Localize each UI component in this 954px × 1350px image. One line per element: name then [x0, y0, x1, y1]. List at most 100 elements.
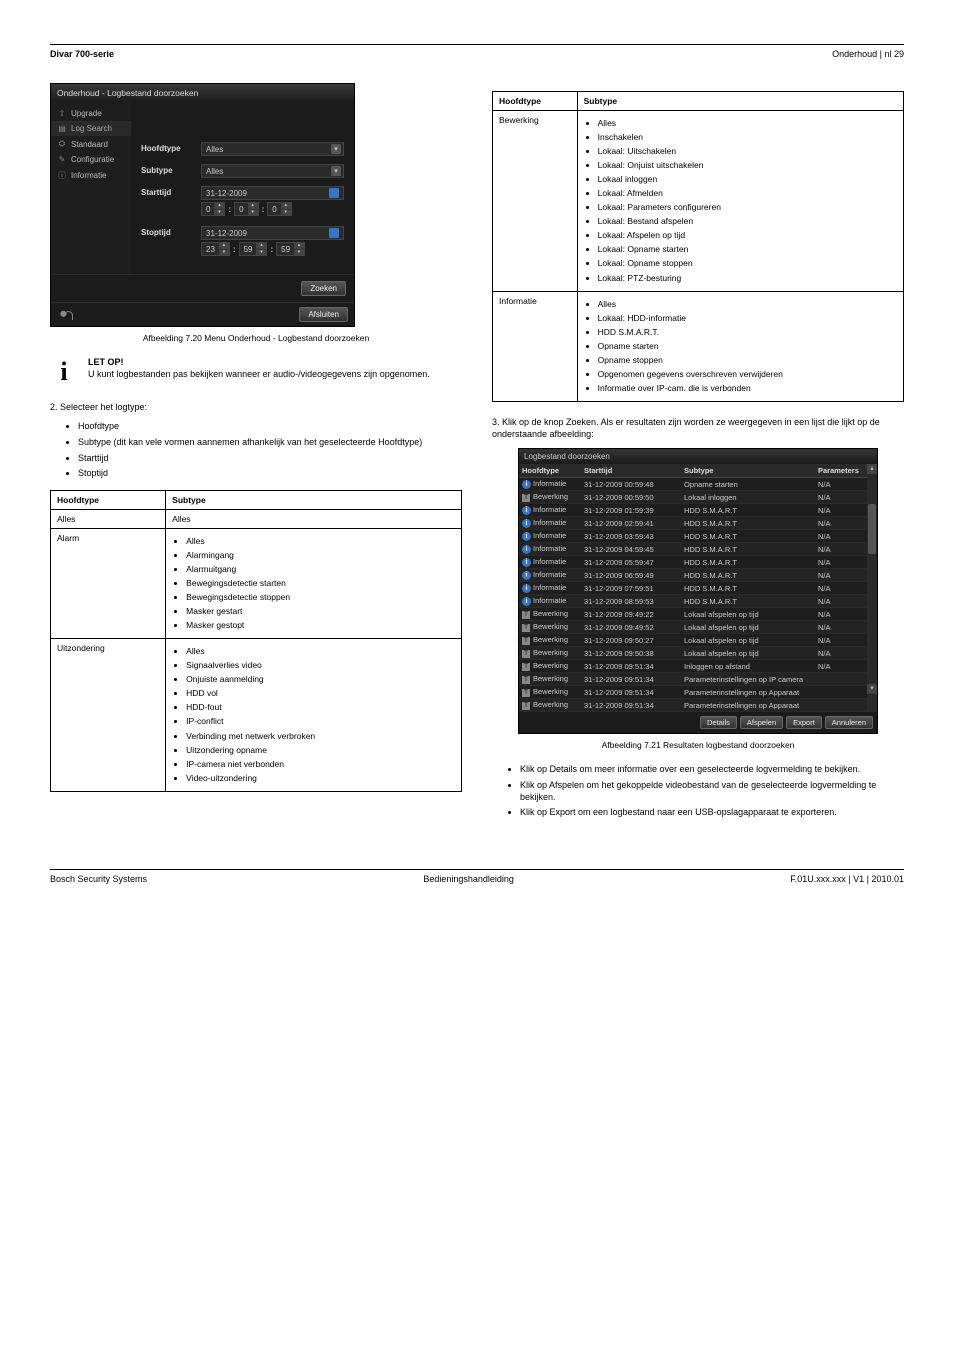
- log-cell: 31-12-2009 09:51:34: [581, 699, 681, 712]
- sidebar-item-log-search[interactable]: ▤Log Search: [51, 121, 131, 136]
- log-row[interactable]: TBewerking31-12-2009 09:51:34Parameterin…: [519, 686, 867, 699]
- list-item: Lokaal: PTZ-besturing: [598, 273, 897, 284]
- arrow-up-icon: ⇧: [57, 109, 67, 118]
- log-row[interactable]: iInformatie31-12-2009 02:59:41HDD S.M.A.…: [519, 517, 867, 530]
- maintype-subtype-table-2: HoofdtypeSubtype Bewerking AllesInschake…: [492, 91, 904, 402]
- scroll-up-icon[interactable]: ▴: [867, 464, 877, 474]
- log-row[interactable]: iInformatie31-12-2009 00:59:48Opname sta…: [519, 478, 867, 491]
- log-cell: 31-12-2009 02:59:41: [581, 517, 681, 530]
- list-item: IP-camera niet verbonden: [186, 759, 455, 770]
- list-item: Lokaal inloggen: [598, 174, 897, 185]
- scrollbar[interactable]: ▴ ▾: [867, 464, 877, 712]
- label-stoptijd: Stoptijd: [141, 226, 201, 237]
- play-button[interactable]: Afspelen: [740, 716, 783, 729]
- list-item: HDD vol: [186, 688, 455, 699]
- info-circle-icon: i: [522, 519, 531, 528]
- stop-min-stepper[interactable]: 59▴▾: [239, 242, 268, 256]
- log-cell: HDD S.M.A.R.T: [681, 543, 815, 556]
- note-heading: LET OP!: [88, 357, 462, 367]
- log-cell: Lokaal afspelen op tijd: [681, 608, 815, 621]
- list-item: IP-conflict: [186, 716, 455, 727]
- stop-hour-stepper[interactable]: 23▴▾: [201, 242, 230, 256]
- log-cell: iInformatie: [519, 582, 581, 595]
- stop-date-input[interactable]: 31-12-2009: [201, 226, 344, 240]
- sidebar-item-default[interactable]: ⛭Standaard: [51, 136, 131, 152]
- info-circle-icon: i: [522, 558, 531, 567]
- start-sec-stepper[interactable]: 0▴▾: [267, 202, 291, 216]
- export-button[interactable]: Export: [786, 716, 822, 729]
- operation-icon: T: [522, 494, 530, 502]
- log-row[interactable]: iInformatie31-12-2009 07:59:51HDD S.M.A.…: [519, 582, 867, 595]
- log-cell: [815, 673, 867, 686]
- log-cell: TBewerking: [519, 621, 581, 634]
- list-item: Stoptijd: [78, 468, 462, 480]
- log-cell: N/A: [815, 556, 867, 569]
- log-row[interactable]: TBewerking31-12-2009 09:50:38Lokaal afsp…: [519, 647, 867, 660]
- hoofdtype-select[interactable]: Alles▾: [201, 142, 344, 156]
- subtype-select[interactable]: Alles▾: [201, 164, 344, 178]
- log-cell: N/A: [815, 543, 867, 556]
- log-row[interactable]: iInformatie31-12-2009 03:59:43HDD S.M.A.…: [519, 530, 867, 543]
- log-cell: 31-12-2009 09:51:34: [581, 686, 681, 699]
- log-cell: Opname starten: [681, 478, 815, 491]
- footer-center: Bedieningshandleiding: [423, 874, 514, 884]
- log-cell: TBewerking: [519, 673, 581, 686]
- calendar-icon: [329, 188, 339, 198]
- table-cell: Informatie: [493, 291, 578, 401]
- figure-caption-1: Afbeelding 7.20 Menu Onderhoud - Logbest…: [50, 333, 462, 343]
- log-row[interactable]: iInformatie31-12-2009 08:59:53HDD S.M.A.…: [519, 595, 867, 608]
- details-button[interactable]: Details: [700, 716, 737, 729]
- list-item: Lokaal: Afspelen op tijd: [598, 230, 897, 241]
- log-cell: 31-12-2009 00:59:48: [581, 478, 681, 491]
- log-row[interactable]: iInformatie31-12-2009 04:59:45HDD S.M.A.…: [519, 543, 867, 556]
- info-circle-icon: i: [522, 506, 531, 515]
- log-cell: N/A: [815, 660, 867, 673]
- log-row[interactable]: TBewerking31-12-2009 09:51:34Parameterin…: [519, 673, 867, 686]
- calendar-icon: [329, 228, 339, 238]
- close-button[interactable]: Afsluiten: [299, 307, 348, 322]
- log-cell: TBewerking: [519, 686, 581, 699]
- sidebar-item-info[interactable]: ⓘInformatie: [51, 167, 131, 184]
- search-button[interactable]: Zoeken: [301, 281, 346, 296]
- sidebar-label: Informatie: [71, 171, 107, 180]
- window-title: Logbestand doorzoeken: [519, 449, 877, 464]
- log-cell: iInformatie: [519, 530, 581, 543]
- log-row[interactable]: TBewerking31-12-2009 00:59:50Lokaal inlo…: [519, 491, 867, 504]
- log-row[interactable]: TBewerking31-12-2009 09:49:22Lokaal afsp…: [519, 608, 867, 621]
- cancel-button[interactable]: Annuleren: [825, 716, 873, 729]
- figure-caption-2: Afbeelding 7.21 Resultaten logbestand do…: [492, 740, 904, 750]
- sidebar-item-config[interactable]: ✎Configuratie: [51, 152, 131, 167]
- log-cell: 31-12-2009 09:51:34: [581, 673, 681, 686]
- log-row[interactable]: TBewerking31-12-2009 09:51:34Inloggen op…: [519, 660, 867, 673]
- start-min-stepper[interactable]: 0▴▾: [234, 202, 258, 216]
- stop-sec-stepper[interactable]: 59▴▾: [276, 242, 305, 256]
- log-row[interactable]: iInformatie31-12-2009 06:59:49HDD S.M.A.…: [519, 569, 867, 582]
- list-item: Lokaal: HDD-informatie: [598, 313, 897, 324]
- list-item: Klik op Afspelen om het gekoppelde video…: [520, 780, 904, 803]
- log-cell: 31-12-2009 04:59:45: [581, 543, 681, 556]
- log-cell: 31-12-2009 08:59:53: [581, 595, 681, 608]
- log-cell: TBewerking: [519, 660, 581, 673]
- start-date-input[interactable]: 31-12-2009: [201, 186, 344, 200]
- scroll-thumb[interactable]: [868, 504, 876, 554]
- list-item: Lokaal: Opname starten: [598, 244, 897, 255]
- label-starttijd: Starttijd: [141, 186, 201, 197]
- log-row[interactable]: TBewerking31-12-2009 09:49:52Lokaal afsp…: [519, 621, 867, 634]
- result-action-list: Klik op Details om meer informatie over …: [520, 764, 904, 819]
- log-row[interactable]: TBewerking31-12-2009 09:51:34Parameterin…: [519, 699, 867, 712]
- note-block: i LET OP! U kunt logbestanden pas bekijk…: [50, 357, 462, 387]
- list-item: Informatie over IP-cam. die is verbonden: [598, 383, 897, 394]
- sidebar-item-upgrade[interactable]: ⇧Upgrade: [51, 106, 131, 121]
- log-cell: TBewerking: [519, 608, 581, 621]
- log-cell: 31-12-2009 09:51:34: [581, 660, 681, 673]
- log-row[interactable]: iInformatie31-12-2009 01:59:39HDD S.M.A.…: [519, 504, 867, 517]
- log-cell: iInformatie: [519, 556, 581, 569]
- log-cell: N/A: [815, 504, 867, 517]
- log-row[interactable]: iInformatie31-12-2009 05:59:47HDD S.M.A.…: [519, 556, 867, 569]
- start-hour-stepper[interactable]: 0▴▾: [201, 202, 225, 216]
- log-row[interactable]: TBewerking31-12-2009 09:50:27Lokaal afsp…: [519, 634, 867, 647]
- log-cell: [815, 699, 867, 712]
- list-item: Alles: [598, 118, 897, 129]
- log-cell: 31-12-2009 03:59:43: [581, 530, 681, 543]
- scroll-down-icon[interactable]: ▾: [867, 684, 877, 694]
